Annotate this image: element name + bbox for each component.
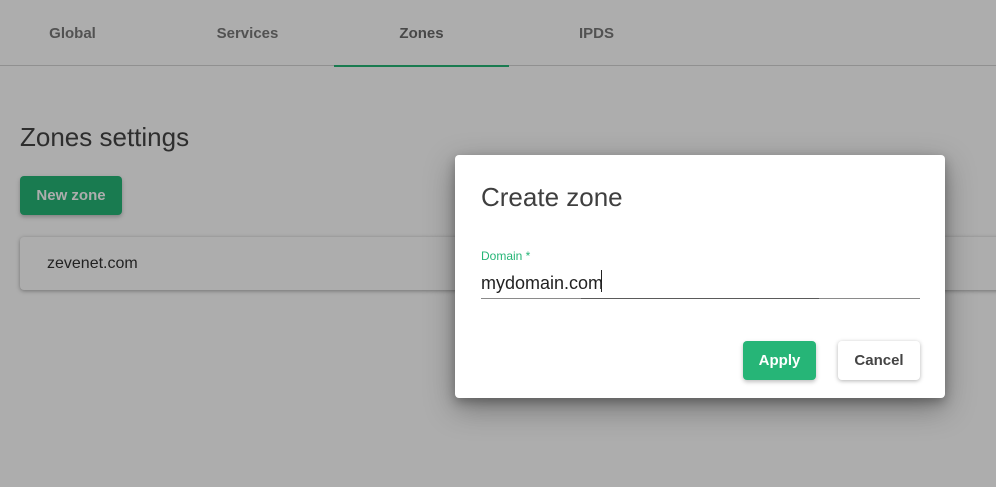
text-caret: [601, 270, 602, 292]
cancel-button[interactable]: Cancel: [838, 341, 920, 380]
domain-input[interactable]: [481, 268, 920, 298]
domain-field-label: Domain *: [481, 249, 531, 263]
create-zone-dialog: Create zone Domain * Apply Cancel: [455, 155, 945, 398]
page: Global Services Zones IPDS Zones setting…: [0, 0, 996, 487]
apply-button[interactable]: Apply: [743, 341, 816, 380]
domain-input-focus-line: [581, 298, 819, 299]
dialog-title: Create zone: [481, 182, 623, 212]
